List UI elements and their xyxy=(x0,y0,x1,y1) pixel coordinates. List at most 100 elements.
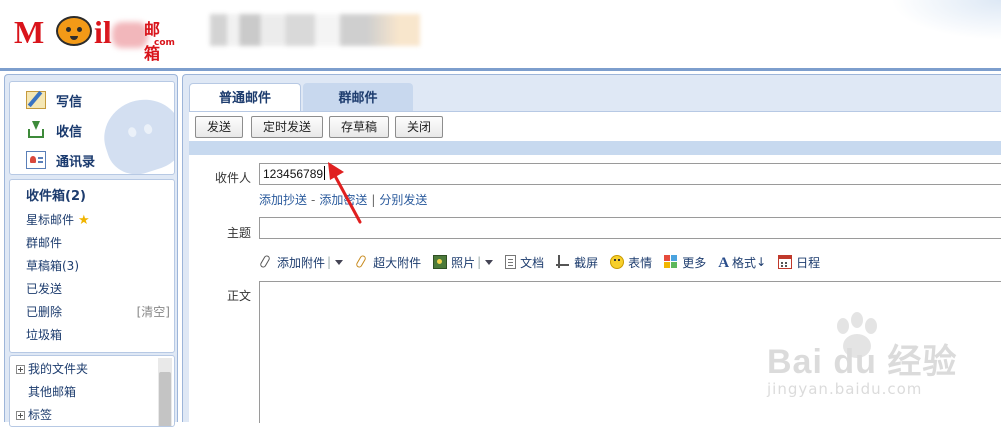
penguin-watermark-icon xyxy=(94,89,174,174)
compose-link[interactable]: 写信 xyxy=(26,88,82,112)
apps-grid-icon xyxy=(664,255,678,269)
document-icon xyxy=(505,255,517,269)
my-folders-panel: 我的文件夹 其他邮箱 标签 xyxy=(9,355,175,427)
format-label: 格式 xyxy=(732,255,757,270)
other-mailbox-item[interactable]: 其他邮箱 xyxy=(28,381,76,403)
photo-icon xyxy=(433,255,448,269)
emoji-button[interactable]: 表情 xyxy=(610,254,652,271)
tags-label: 标签 xyxy=(28,408,53,422)
save-draft-button[interactable]: 存草稿 xyxy=(329,116,389,138)
sort-arrow-icon: ↓ xyxy=(756,255,767,269)
star-icon: ★ xyxy=(78,213,90,228)
photo-label: 照片 xyxy=(451,255,476,270)
big-attachment-label: 超大附件 xyxy=(373,255,422,270)
send-button[interactable]: 发送 xyxy=(195,116,243,138)
blurred-account-info xyxy=(210,14,420,46)
logo-letter-m: M xyxy=(14,14,44,50)
add-cc-link[interactable]: 添加抄送 xyxy=(259,193,307,207)
folder-spam[interactable]: 垃圾箱 xyxy=(26,324,170,346)
expand-plus-icon[interactable] xyxy=(16,410,25,420)
folder-inbox[interactable]: 收件箱(2) xyxy=(26,186,170,208)
folder-list: 收件箱(2) 星标邮件 ★ 群邮件 草稿箱(3) 已发送 已删除 [清空] 垃圾箱 xyxy=(9,179,175,353)
folder-label: 草稿箱(3) xyxy=(26,259,79,273)
my-folders-label: 我的文件夹 xyxy=(28,362,89,376)
tab-normal-mail[interactable]: 普通邮件 xyxy=(189,83,301,112)
recipient-value: 123456789 xyxy=(263,167,324,181)
quick-actions-panel: 写信 收信 通讯录 xyxy=(9,81,175,175)
pen-icon xyxy=(26,91,46,109)
inbox-arrow-icon xyxy=(26,121,46,139)
folder-label: 收件箱(2) xyxy=(26,189,86,204)
compose-toolbar: 发送 定时发送 存草稿 关闭 xyxy=(189,111,1001,142)
contacts-icon xyxy=(26,151,46,169)
toolbar-divider xyxy=(189,141,1001,155)
document-label: 文档 xyxy=(520,255,545,270)
chevron-down-icon[interactable] xyxy=(335,259,344,265)
tiger-face-icon xyxy=(56,16,92,46)
compose-form: 收件人 123456789 添加抄送 - 添加密送 | 分别发送 主题 添加附件 | 超… xyxy=(189,155,1001,423)
header-divider xyxy=(0,68,1001,71)
other-mailbox-label: 其他邮箱 xyxy=(28,385,77,399)
calendar-icon xyxy=(778,255,793,269)
folder-label: 群邮件 xyxy=(26,236,63,250)
receive-link[interactable]: 收信 xyxy=(26,118,82,142)
my-folders-item[interactable]: 我的文件夹 xyxy=(16,358,88,380)
folder-deleted[interactable]: 已删除 [清空] xyxy=(26,301,170,323)
add-attachment-label: 添加附件 xyxy=(277,255,326,270)
more-button[interactable]: 更多 xyxy=(664,254,706,271)
folder-starred[interactable]: 星标邮件 ★ xyxy=(26,209,170,231)
chevron-down-icon[interactable] xyxy=(485,259,494,265)
attachment-toolbar: 添加附件 | 超大附件 照片 | 文档 截屏 表情 更多 A 格式 ↓ 日程 xyxy=(259,251,832,273)
expand-plus-icon[interactable] xyxy=(16,364,25,374)
text-format-icon: A xyxy=(718,255,730,271)
folder-label: 垃圾箱 xyxy=(26,328,63,342)
separate-send-link[interactable]: 分别发送 xyxy=(379,193,427,207)
logo-com-text: com xyxy=(154,38,175,48)
crop-icon xyxy=(556,255,570,269)
subject-label: 主题 xyxy=(226,226,251,240)
folder-label: 星标邮件 xyxy=(26,213,75,227)
emoji-label: 表情 xyxy=(628,255,653,270)
contacts-link[interactable]: 通讯录 xyxy=(26,148,95,172)
schedule-button[interactable]: 日程 xyxy=(778,254,820,271)
format-button[interactable]: A 格式 ↓ xyxy=(718,254,766,271)
big-attachment-button[interactable]: 超大附件 xyxy=(355,254,421,271)
schedule-send-button[interactable]: 定时发送 xyxy=(251,116,323,138)
scrollbar-thumb[interactable] xyxy=(159,372,171,426)
separator: | xyxy=(477,255,482,269)
document-button[interactable]: 文档 xyxy=(505,254,544,271)
screenshot-button[interactable]: 截屏 xyxy=(556,254,598,271)
close-button[interactable]: 关闭 xyxy=(395,116,443,138)
paperclip-icon xyxy=(259,255,273,269)
tab-group-mail[interactable]: 群邮件 xyxy=(303,83,413,112)
blurred-region xyxy=(112,22,148,48)
body-label: 正文 xyxy=(226,289,251,303)
folder-group-mail[interactable]: 群邮件 xyxy=(26,232,170,254)
top-header: M il 邮箱 com xyxy=(0,0,1001,68)
add-attachment-button[interactable]: 添加附件 | xyxy=(259,254,344,271)
sidebar-scrollbar[interactable] xyxy=(158,358,172,426)
more-label: 更多 xyxy=(682,255,707,270)
photo-button[interactable]: 照片 | xyxy=(433,254,494,271)
screenshot-label: 截屏 xyxy=(574,255,599,270)
smiley-icon xyxy=(610,255,625,269)
header-decoration xyxy=(891,0,1001,40)
compose-label: 写信 xyxy=(56,94,83,110)
empty-trash-link[interactable]: [清空] xyxy=(137,301,170,323)
receive-label: 收信 xyxy=(56,124,83,140)
logo-letters-il: il xyxy=(94,14,112,50)
folder-drafts[interactable]: 草稿箱(3) xyxy=(26,255,170,277)
folder-label: 已发送 xyxy=(26,282,63,296)
body-editor[interactable] xyxy=(259,281,1001,423)
schedule-label: 日程 xyxy=(796,255,821,270)
recipient-label: 收件人 xyxy=(214,171,251,185)
separator: | xyxy=(327,255,332,269)
separator: - xyxy=(311,193,316,207)
folder-label: 已删除 xyxy=(26,305,63,319)
compose-panel: 普通邮件 群邮件 发送 定时发送 存草稿 关闭 收件人 123456789 添加… xyxy=(182,74,1001,423)
left-sidebar: 写信 收信 通讯录 收件箱(2) 星标邮件 ★ 群邮件 草稿箱(3) 已发送 已删… xyxy=(4,74,178,427)
contacts-label: 通讯录 xyxy=(56,154,96,170)
tags-item[interactable]: 标签 xyxy=(16,404,52,426)
folder-sent[interactable]: 已发送 xyxy=(26,278,170,300)
large-paperclip-icon xyxy=(355,255,369,269)
